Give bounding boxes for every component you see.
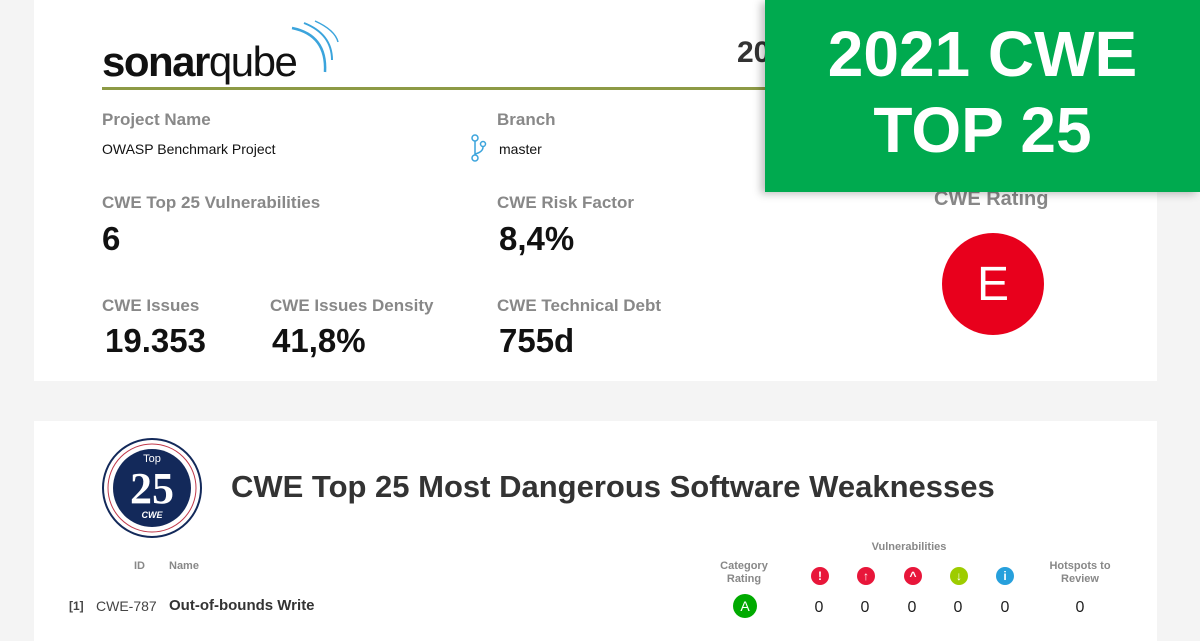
divider xyxy=(102,87,842,90)
major-icon: ^ xyxy=(904,567,922,585)
col-id: ID xyxy=(134,560,145,572)
cwe-table-card: Top 25 CWE CWE Top 25 Most Dangerous Sof… xyxy=(34,421,1157,641)
issues-label: CWE Issues xyxy=(102,296,200,315)
banner-line-2: TOP 25 xyxy=(873,94,1092,166)
col-name: Name xyxy=(169,560,199,572)
row-rank: [1] xyxy=(69,599,84,613)
vuln-label: CWE Top 25 Vulnerabilities xyxy=(102,193,321,212)
col-category-rating: Category Rating xyxy=(720,560,768,585)
badge-number: 25 xyxy=(130,464,174,513)
branch-name: master xyxy=(499,141,542,157)
branch-label: Branch xyxy=(497,110,556,129)
logo-waves-icon xyxy=(291,20,339,73)
cwe-rating-badge: E xyxy=(942,233,1044,335)
info-count: 0 xyxy=(1000,599,1010,616)
hotspots-count: 0 xyxy=(1075,599,1085,616)
cwe-top25-badge: Top 25 CWE xyxy=(101,437,203,539)
section-title: CWE Top 25 Most Dangerous Software Weakn… xyxy=(231,469,995,504)
risk-value: 8,4% xyxy=(499,220,575,257)
vuln-value: 6 xyxy=(102,220,121,257)
blocker-icon: ! xyxy=(811,567,829,585)
col-hotspots: Hotspots to Review xyxy=(1049,560,1111,585)
project-name-label: Project Name xyxy=(102,110,211,129)
risk-label: CWE Risk Factor xyxy=(497,193,634,212)
sonarqube-logo: sonarqube xyxy=(102,20,362,85)
row-id: CWE-787 xyxy=(96,598,157,614)
debt-value: 755d xyxy=(499,322,575,359)
category-rating-badge: A xyxy=(733,594,757,618)
issues-value: 19.353 xyxy=(105,322,206,359)
project-name: OWASP Benchmark Project xyxy=(102,141,276,157)
promo-banner: 2021 CWE TOP 25 xyxy=(765,0,1200,192)
density-value: 41,8% xyxy=(272,322,366,359)
col-vulnerabilities: Vulnerabilities xyxy=(871,541,947,553)
density-label: CWE Issues Density xyxy=(270,296,434,315)
banner-line-1: 2021 CWE xyxy=(827,18,1138,90)
branch-icon xyxy=(471,134,487,162)
debt-label: CWE Technical Debt xyxy=(497,296,662,315)
critical-icon: ↑ xyxy=(857,567,875,585)
info-icon: i xyxy=(996,567,1014,585)
minor-icon: ↓ xyxy=(950,567,968,585)
row-name[interactable]: Out-of-bounds Write xyxy=(169,597,315,614)
badge-bottom: CWE xyxy=(141,510,163,520)
major-count: 0 xyxy=(907,599,917,616)
minor-count: 0 xyxy=(953,599,963,616)
critical-count: 0 xyxy=(860,599,870,616)
blocker-count: 0 xyxy=(814,599,824,616)
